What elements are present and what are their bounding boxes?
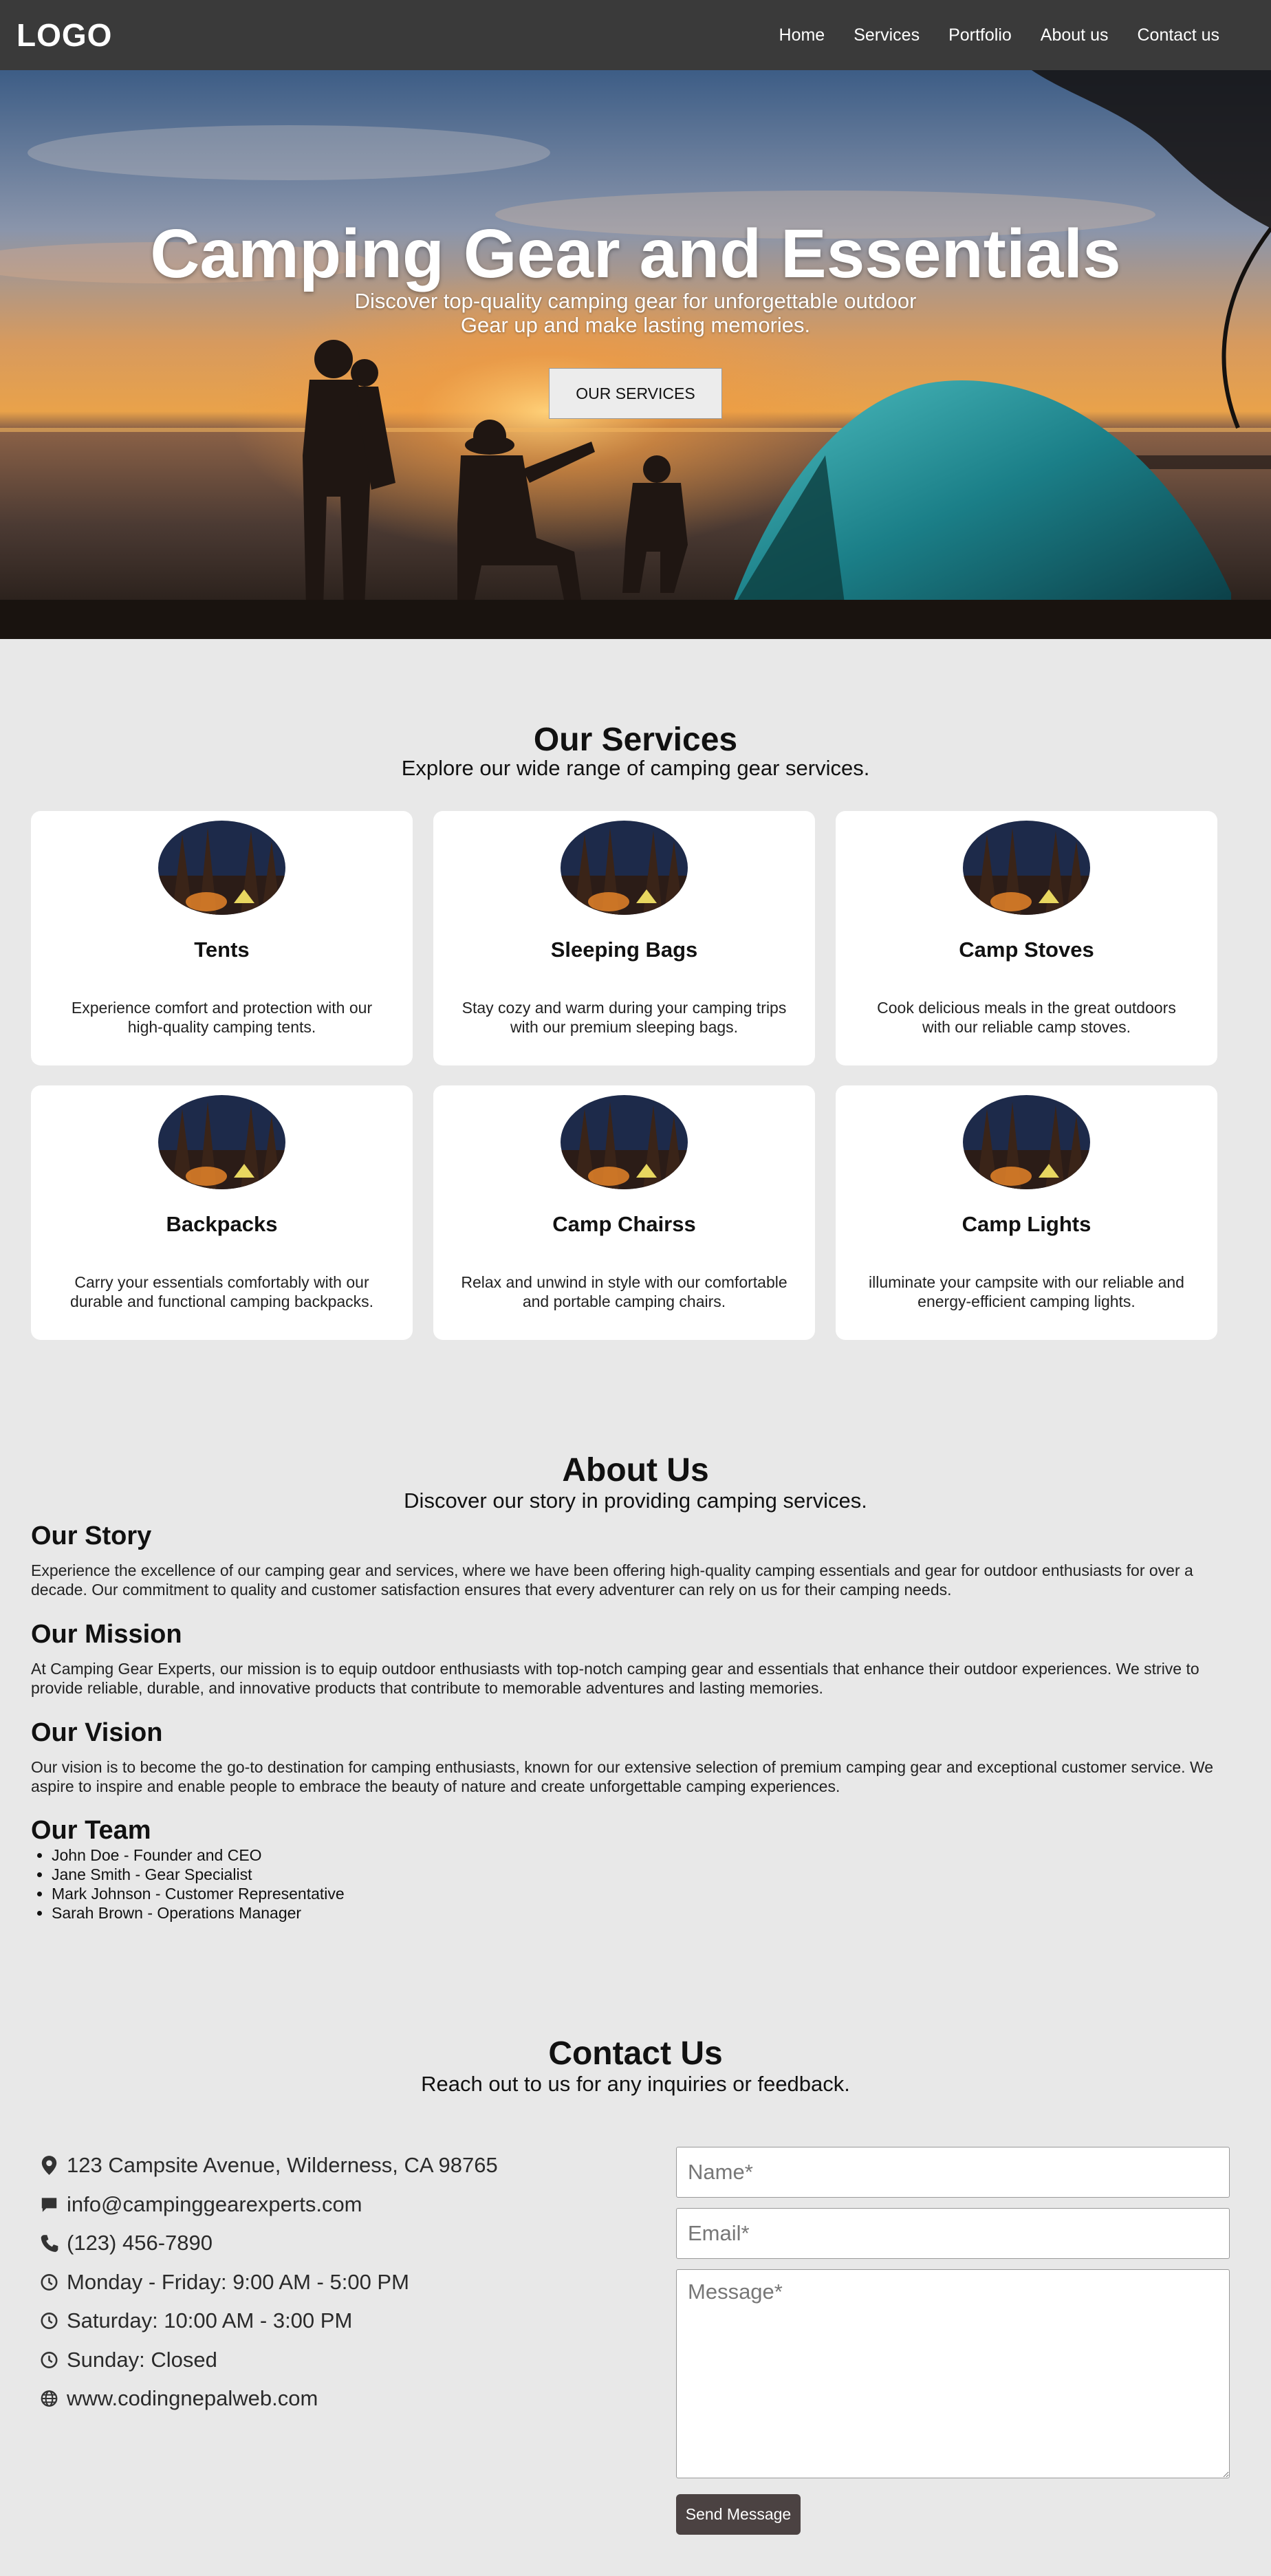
contact-subtitle: Reach out to us for any inquiries or fee… [421,2072,850,2096]
chat-bubble-icon [41,2198,57,2212]
email-text[interactable]: info@campinggearexperts.com [67,2192,362,2217]
team-member: Jane Smith - Gear Specialist [52,1865,345,1884]
nav-link-contact[interactable]: Contact us [1122,25,1234,45]
our-story-heading: Our Story [31,1522,152,1550]
card-description: Relax and unwind in style with our comfo… [461,1273,787,1310]
card-title: Tents [194,938,250,962]
nav-link-home[interactable]: Home [765,25,840,45]
hours-saturday-row: Saturday: 10:00 AM - 3:00 PM [40,2302,604,2341]
hero-section: Camping Gear and Essentials Discover top… [0,70,1271,639]
hero-subtitle: Discover top-quality camping gear for un… [0,289,1271,337]
clock-icon [41,2313,58,2330]
email-row: info@campinggearexperts.com [40,2185,604,2225]
card-description: Cook delicious meals in the great outdoo… [877,999,1176,1036]
location-pin-icon [41,2156,57,2176]
navbar: LOGO Home Services Portfolio About us Co… [0,0,1271,70]
team-member: John Doe - Founder and CEO [52,1846,345,1865]
hours-weekday-text: Monday - Friday: 9:00 AM - 5:00 PM [67,2269,409,2294]
service-card-camp-chairs[interactable]: Camp Chairss Relax and unwind in style w… [433,1085,815,1340]
hero-subtitle-line1: Discover top-quality camping gear for un… [354,289,917,313]
clock-icon [41,2351,58,2368]
message-textarea[interactable] [676,2269,1230,2478]
hours-weekday-row: Monday - Friday: 9:00 AM - 5:00 PM [40,2263,604,2302]
contact-title: Contact Us [548,2035,723,2072]
website-text[interactable]: www.codingnepalweb.com [67,2386,318,2411]
phone-row: (123) 456-7890 [40,2224,604,2263]
our-mission-heading: Our Mission [31,1620,182,1649]
phone-icon [41,2235,58,2253]
card-description: illuminate your campsite with our reliab… [869,1273,1184,1310]
send-message-button[interactable]: Send Message [676,2494,801,2535]
about-title: About Us [562,1452,709,1489]
globe-icon [41,2390,58,2407]
about-subtitle: Discover our story in providing camping … [404,1489,867,1513]
campfire-forest-image [963,1095,1090,1189]
campfire-forest-image [561,1095,688,1189]
card-description: Carry your essentials comfortably with o… [69,1273,374,1310]
our-vision-text: Our vision is to become the go-to destin… [31,1758,1214,1795]
service-card-sleeping-bags[interactable]: Sleeping Bags Stay cozy and warm during … [433,811,815,1065]
team-member: Mark Johnson - Customer Representative [52,1884,345,1903]
card-title: Backpacks [166,1212,278,1236]
services-title: Our Services [533,722,738,758]
logo[interactable]: LOGO [17,17,112,54]
hero-subtitle-line2: Gear up and make lasting memories. [460,313,811,337]
name-input[interactable] [676,2147,1230,2198]
our-vision-heading: Our Vision [31,1718,163,1747]
campfire-forest-image [963,821,1090,915]
our-story-text: Experience the excellence of our camping… [31,1561,1193,1599]
campfire-forest-image [158,1095,285,1189]
phone-text[interactable]: (123) 456-7890 [67,2231,213,2255]
hours-sunday-text: Sunday: Closed [67,2347,217,2372]
hero-title: Camping Gear and Essentials [150,215,1121,292]
campfire-forest-image [561,821,688,915]
service-card-camp-lights[interactable]: Camp Lights illuminate your campsite wit… [836,1085,1217,1340]
nav-link-portfolio[interactable]: Portfolio [934,25,1026,45]
address-text: 123 Campsite Avenue, Wilderness, CA 9876… [67,2153,498,2178]
email-input[interactable] [676,2208,1230,2259]
nav-links: Home Services Portfolio About us Contact… [765,25,1234,45]
our-mission-text: At Camping Gear Experts, our mission is … [31,1660,1199,1697]
card-title: Camp Lights [962,1212,1091,1236]
address-row: 123 Campsite Avenue, Wilderness, CA 9876… [40,2146,604,2185]
campfire-forest-image [158,821,285,915]
service-card-camp-stoves[interactable]: Camp Stoves Cook delicious meals in the … [836,811,1217,1065]
nav-link-about[interactable]: About us [1026,25,1123,45]
our-team-heading: Our Team [31,1816,151,1845]
service-card-backpacks[interactable]: Backpacks Carry your essentials comforta… [31,1085,413,1340]
website-row: www.codingnepalweb.com [40,2379,604,2418]
team-member: Sarah Brown - Operations Manager [52,1903,345,1923]
service-card-tents[interactable]: Tents Experience comfort and protection … [31,811,413,1065]
hours-saturday-text: Saturday: 10:00 AM - 3:00 PM [67,2308,353,2333]
card-title: Sleeping Bags [550,938,698,962]
hours-sunday-row: Sunday: Closed [40,2341,604,2380]
our-services-button[interactable]: OUR SERVICES [549,368,722,419]
card-description: Experience comfort and protection with o… [71,999,373,1036]
nav-link-services[interactable]: Services [839,25,934,45]
card-description: Stay cozy and warm during your camping t… [461,999,787,1036]
services-subtitle: Explore our wide range of camping gear s… [401,756,870,780]
team-list: John Doe - Founder and CEO Jane Smith - … [31,1846,345,1923]
card-title: Camp Stoves [959,938,1094,962]
clock-icon [41,2273,58,2291]
card-title: Camp Chairss [552,1212,696,1236]
contact-info: 123 Campsite Avenue, Wilderness, CA 9876… [40,2146,604,2418]
hero-background-image [0,70,1271,639]
